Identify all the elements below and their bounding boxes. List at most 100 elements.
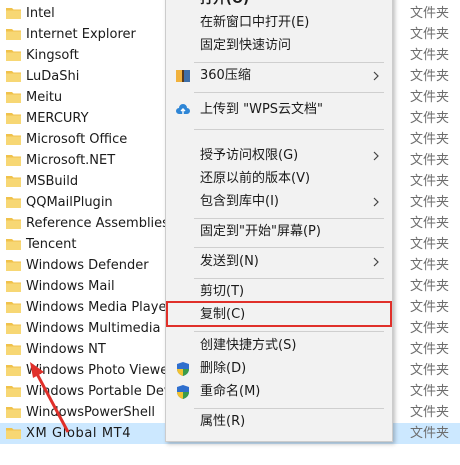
file-name: QQMailPlugin: [26, 195, 113, 210]
file-name: Reference Assemblies: [26, 216, 169, 231]
folder-icon: [6, 71, 21, 82]
file-type: 文件夹: [410, 174, 450, 189]
file-name: Internet Explorer: [26, 27, 136, 42]
folder-icon: [6, 50, 21, 61]
folder-icon: [6, 260, 21, 271]
file-name: Microsoft Office: [26, 132, 128, 147]
menu-item-label: 创建快捷方式(S): [200, 338, 297, 353]
file-name: MSBuild: [26, 174, 79, 189]
file-type: 文件夹: [410, 321, 450, 336]
folder-icon: [6, 239, 21, 250]
menu-separator: [194, 129, 384, 130]
folder-icon: [6, 407, 21, 418]
menu-item-label: 360压缩: [200, 68, 251, 83]
menu-item-grant-access[interactable]: 授予访问权限(G): [166, 145, 392, 167]
folder-icon: [6, 29, 21, 40]
file-type: 文件夹: [410, 195, 450, 210]
file-type: 文件夹: [410, 132, 450, 147]
file-type: 文件夹: [410, 300, 450, 315]
menu-separator: [194, 278, 384, 279]
folder-icon: [6, 323, 21, 334]
folder-icon: [6, 134, 21, 145]
menu-item-360-compress[interactable]: 360压缩: [166, 65, 392, 87]
file-type: 文件夹: [410, 90, 450, 105]
menu-separator: [194, 62, 384, 63]
file-type: 文件夹: [410, 6, 450, 21]
menu-item-properties[interactable]: 属性(R): [166, 411, 392, 433]
folder-icon: [6, 428, 21, 439]
folder-icon: [6, 155, 21, 166]
folder-icon: [6, 92, 21, 103]
folder-icon: [6, 176, 21, 187]
file-name: Windows Portable Devic: [26, 384, 183, 399]
menu-item-label: 发送到(N): [200, 254, 259, 269]
file-type: 文件夹: [410, 258, 450, 273]
folder-icon: [6, 197, 21, 208]
menu-item-label: 属性(R): [200, 414, 246, 429]
menu-item-label: 包含到库中(I): [200, 194, 279, 209]
chevron-right-icon: [373, 151, 379, 161]
menu-item-pin-start[interactable]: 固定到"开始"屏幕(P): [166, 221, 392, 243]
file-name: Windows Mail: [26, 279, 115, 294]
file-type: 文件夹: [410, 237, 450, 252]
file-name: Tencent: [26, 237, 77, 252]
folder-icon: [6, 8, 21, 19]
file-name: Windows Defender: [26, 258, 149, 273]
chevron-right-icon: [373, 71, 379, 81]
file-type: 文件夹: [410, 216, 450, 231]
cloud-upload-icon: [176, 104, 190, 114]
file-type: 文件夹: [410, 48, 450, 63]
folder-icon: [6, 365, 21, 376]
file-name: Windows Photo Viewer: [26, 363, 174, 378]
folder-icon: [6, 344, 21, 355]
file-type: 文件夹: [410, 363, 450, 378]
menu-item-label: 重命名(M): [200, 384, 261, 399]
archive-icon: [176, 70, 190, 82]
file-name: WindowsPowerShell: [26, 405, 156, 420]
menu-item-send-to[interactable]: 发送到(N): [166, 251, 392, 273]
file-name: Intel: [26, 6, 55, 21]
menu-item-restore-versions[interactable]: 还原以前的版本(V): [166, 168, 392, 190]
file-type: 文件夹: [410, 279, 450, 294]
menu-item-rename[interactable]: 重命名(M): [166, 381, 392, 403]
menu-separator: [194, 408, 384, 409]
menu-item-label: 剪切(T): [200, 284, 245, 299]
menu-item-include-library[interactable]: 包含到库中(I): [166, 191, 392, 213]
folder-icon: [6, 281, 21, 292]
menu-item-pin-quick-access[interactable]: 固定到快速访问: [166, 35, 392, 57]
menu-item-create-shortcut[interactable]: 创建快捷方式(S): [166, 335, 392, 357]
chevron-right-icon: [373, 257, 379, 267]
menu-separator: [194, 218, 384, 219]
menu-separator: [194, 92, 384, 93]
file-name: Meitu: [26, 90, 63, 105]
file-name: Microsoft.NET: [26, 153, 116, 168]
file-type: 文件夹: [410, 342, 450, 357]
menu-item-label: 打开(O): [200, 0, 249, 11]
file-name: LuDaShi: [26, 69, 80, 84]
menu-separator: [194, 331, 384, 332]
file-name: MERCURY: [26, 111, 89, 126]
menu-item-open-new-window[interactable]: 在新窗口中打开(E): [166, 12, 392, 34]
context-menu: 打开(O) 在新窗口中打开(E) 固定到快速访问 360压缩 上传到 "WPS云…: [165, 0, 393, 442]
file-type: 文件夹: [410, 405, 450, 420]
shield-icon: [177, 362, 189, 376]
folder-icon: [6, 302, 21, 313]
file-name: XM Global MT4: [26, 426, 132, 441]
file-name: Kingsoft: [26, 48, 79, 63]
menu-item-label: 删除(D): [200, 361, 247, 376]
menu-item-open[interactable]: 打开(O): [166, 0, 392, 11]
menu-item-delete[interactable]: 删除(D): [166, 358, 392, 380]
menu-item-cut[interactable]: 剪切(T): [166, 281, 392, 303]
menu-item-label: 固定到"开始"屏幕(P): [200, 224, 321, 239]
menu-item-label: 在新窗口中打开(E): [200, 15, 310, 30]
file-type: 文件夹: [410, 153, 450, 168]
menu-item-label: 上传到 "WPS云文档": [200, 102, 324, 117]
file-name: Windows Multimedia Pla: [26, 321, 184, 336]
menu-item-label: 还原以前的版本(V): [200, 171, 311, 186]
file-name: Windows NT: [26, 342, 106, 357]
file-type: 文件夹: [410, 384, 450, 399]
file-type: 文件夹: [410, 426, 450, 441]
menu-item-upload-wps[interactable]: 上传到 "WPS云文档": [166, 99, 392, 121]
folder-icon: [6, 113, 21, 124]
chevron-right-icon: [373, 197, 379, 207]
